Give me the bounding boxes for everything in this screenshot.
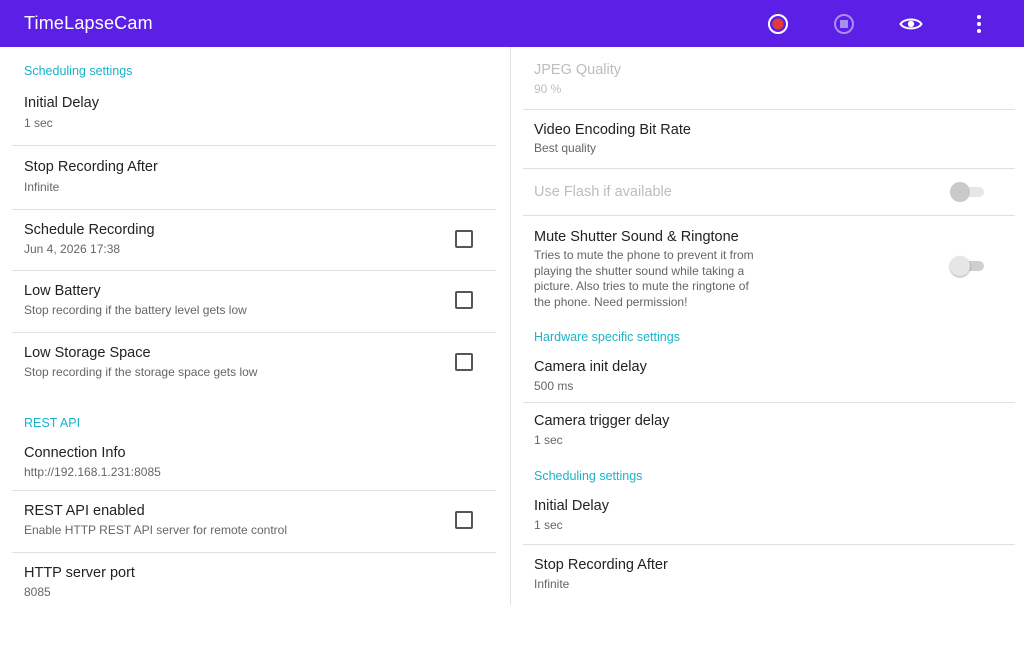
pref-summary: 1 sec — [24, 116, 53, 130]
pref-summary: Best quality — [534, 141, 597, 155]
pref-title: Low Battery — [24, 283, 101, 299]
pref-summary: Enable HTTP REST API server for remote c… — [24, 523, 287, 537]
pref-title: Stop Recording After — [24, 159, 158, 175]
low-battery-checkbox[interactable] — [455, 291, 473, 309]
section-header-hardware: Hardware specific settings — [534, 330, 680, 344]
section-header-scheduling: Scheduling settings — [24, 64, 133, 78]
switch-thumb — [950, 182, 970, 202]
pref-rest-api-enabled[interactable]: REST API enabled Enable HTTP REST API se… — [0, 491, 496, 551]
pref-connection-info[interactable]: Connection Info http://192.168.1.231:808… — [0, 437, 496, 490]
pref-summary: 500 ms — [534, 379, 574, 393]
pref-stop-recording-after-right[interactable]: Stop Recording After Infinite — [511, 545, 1024, 601]
record-button[interactable] — [766, 12, 790, 36]
pref-http-server-port[interactable]: HTTP server port 8085 — [0, 553, 496, 605]
pref-title: Use Flash if available — [534, 184, 672, 200]
summary-line: the phone. Need permission! — [534, 294, 688, 309]
schedule-recording-checkbox[interactable] — [455, 230, 473, 248]
pref-title: Stop Recording After — [534, 557, 668, 573]
pref-title: Camera trigger delay — [534, 413, 670, 429]
app-title: TimeLapseCam — [24, 13, 153, 33]
pref-low-battery[interactable]: Low Battery Stop recording if the batter… — [0, 271, 496, 331]
pref-title: Connection Info — [24, 445, 126, 461]
overflow-menu-button[interactable] — [967, 12, 991, 36]
summary-line: picture. Also tries to mute the ringtone… — [534, 279, 749, 293]
pref-summary: 90 % — [534, 82, 562, 96]
pref-summary: Stop recording if the battery level gets… — [24, 303, 247, 317]
pref-summary: Tries to mute the phone to prevent it fr… — [534, 248, 784, 310]
pref-title: Low Storage Space — [24, 345, 151, 361]
preview-button[interactable] — [899, 12, 923, 36]
pref-summary: 1 sec — [534, 518, 563, 532]
pref-title: Mute Shutter Sound & Ringtone — [534, 229, 739, 245]
pref-title: REST API enabled — [24, 503, 145, 519]
pref-stop-recording-after[interactable]: Stop Recording After Infinite — [0, 146, 496, 208]
mute-shutter-switch[interactable] — [950, 256, 986, 276]
pref-video-bitrate[interactable]: Video Encoding Bit Rate Best quality — [511, 110, 1024, 167]
pref-schedule-recording[interactable]: Schedule Recording Jun 4, 2026 17:38 — [0, 210, 496, 270]
pref-summary: Jun 4, 2026 17:38 — [24, 242, 121, 256]
pref-camera-init-delay[interactable]: Camera init delay 500 ms — [511, 351, 1024, 402]
pref-title: JPEG Quality — [534, 62, 622, 78]
pref-title: Initial Delay — [24, 95, 99, 111]
stop-button[interactable] — [832, 12, 856, 36]
pref-summary: 8085 — [24, 585, 51, 599]
pref-summary: Infinite — [534, 577, 570, 591]
summary-line: playing the shutter sound while taking a — [534, 263, 745, 278]
use-flash-switch — [950, 182, 986, 202]
pref-summary: Infinite — [24, 180, 60, 194]
pref-use-flash: Use Flash if available — [511, 169, 1024, 214]
rest-api-enabled-checkbox[interactable] — [455, 511, 473, 529]
app-bar: TimeLapseCam — [0, 0, 1024, 47]
summary-line: Tries to mute the phone to prevent it fr… — [534, 248, 754, 262]
stop-icon — [834, 14, 854, 34]
right-settings-pane: JPEG Quality 90 % Video Encoding Bit Rat… — [511, 47, 1024, 651]
pref-title: HTTP server port — [24, 565, 135, 581]
pref-initial-delay[interactable]: Initial Delay 1 sec — [0, 87, 496, 145]
pref-title: Video Encoding Bit Rate — [534, 122, 691, 138]
pref-summary: Stop recording if the storage space gets… — [24, 365, 258, 379]
more-vert-icon — [977, 15, 981, 33]
pref-summary: http://192.168.1.231:8085 — [24, 465, 161, 479]
eye-icon — [899, 18, 923, 30]
pref-jpeg-quality: JPEG Quality 90 % — [511, 53, 1024, 108]
pref-low-storage[interactable]: Low Storage Space Stop recording if the … — [0, 333, 496, 393]
pref-mute-shutter[interactable]: Mute Shutter Sound & Ringtone Tries to m… — [511, 216, 1024, 316]
pref-title: Initial Delay — [534, 498, 609, 514]
section-header-rest-api: REST API — [24, 416, 81, 430]
left-settings-pane: Scheduling settings Initial Delay 1 sec … — [0, 47, 510, 651]
pref-initial-delay-right[interactable]: Initial Delay 1 sec — [511, 490, 1024, 544]
record-icon — [768, 14, 788, 34]
pref-camera-trigger-delay[interactable]: Camera trigger delay 1 sec — [511, 403, 1024, 455]
pref-title: Camera init delay — [534, 359, 647, 375]
pref-title: Schedule Recording — [24, 222, 155, 238]
low-storage-checkbox[interactable] — [455, 353, 473, 371]
pref-summary: 1 sec — [534, 433, 563, 447]
switch-thumb — [950, 256, 970, 276]
section-header-scheduling-right: Scheduling settings — [534, 469, 643, 483]
